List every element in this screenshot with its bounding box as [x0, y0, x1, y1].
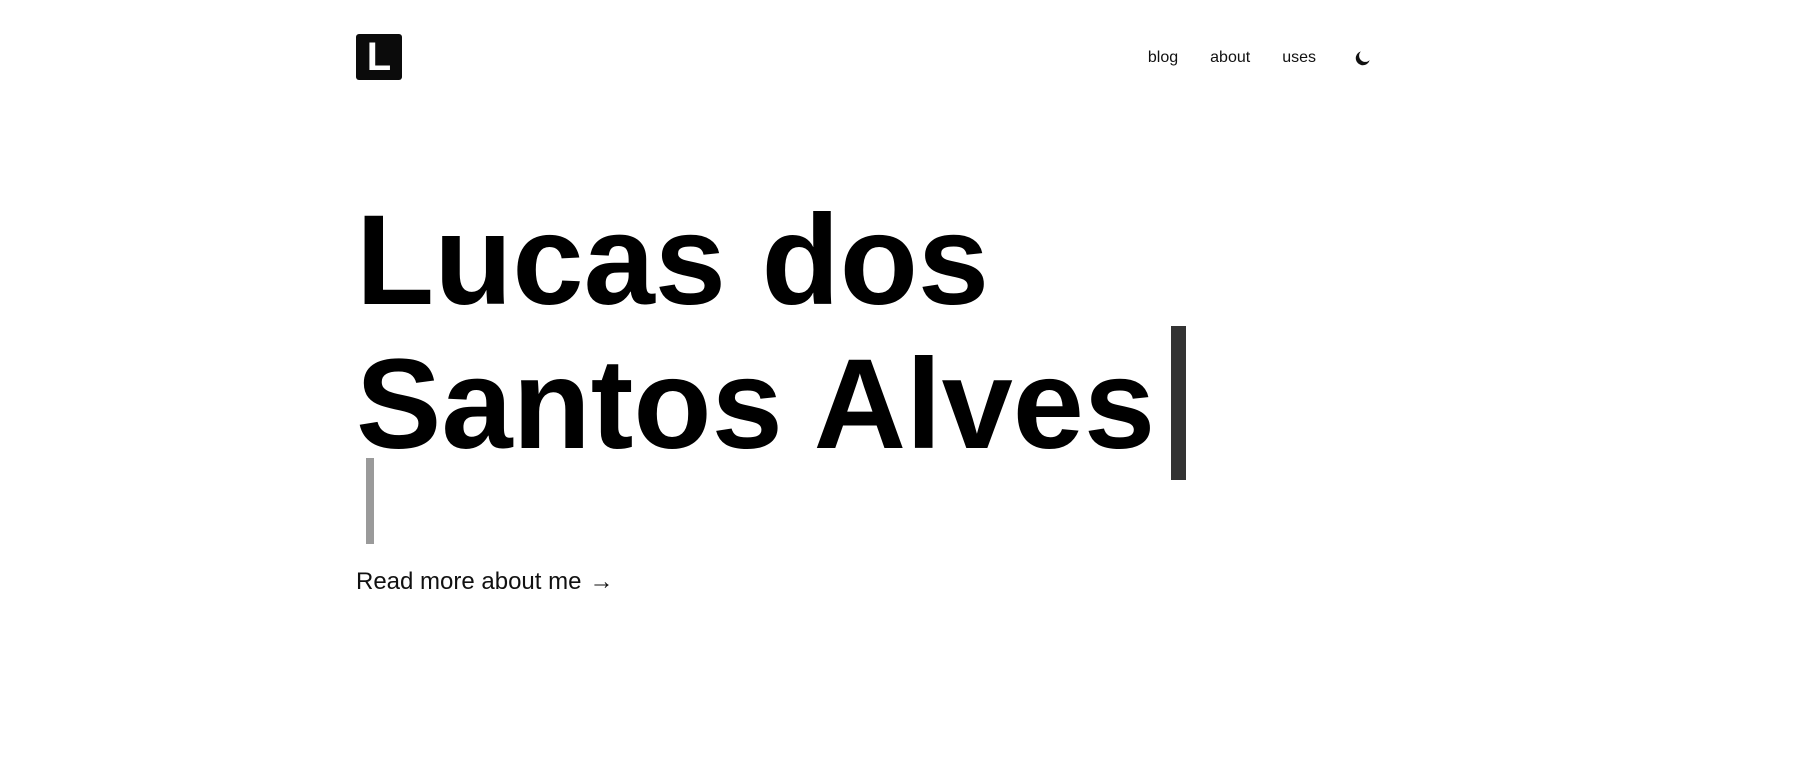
hero-title-line-2-text: Santos Alves — [356, 333, 1156, 476]
logo-letter: L — [366, 35, 392, 79]
nav-link-uses[interactable]: uses — [1282, 46, 1316, 70]
secondary-typing-cursor — [366, 458, 374, 544]
hero-title-line-1: Lucas dos — [356, 189, 990, 332]
read-more-label: Read more about me — [356, 568, 582, 595]
moon-icon — [1355, 51, 1370, 66]
nav-link-blog[interactable]: blog — [1148, 46, 1178, 70]
nav-link-about[interactable]: about — [1210, 46, 1250, 70]
site-logo[interactable]: L — [356, 34, 402, 80]
theme-toggle-button[interactable] — [1352, 47, 1374, 69]
main-nav: blog about uses — [1148, 46, 1374, 70]
hero-title-line-2: Santos Alves — [356, 326, 1456, 480]
page: L blog about uses Lucas dos Santos Alves… — [0, 0, 1816, 784]
read-more-about-link[interactable]: Read more about me → — [356, 566, 613, 598]
arrow-right-icon: → — [589, 568, 614, 595]
hero-title: Lucas dos Santos Alves — [356, 196, 1456, 480]
typing-cursor — [1171, 326, 1187, 480]
hero-section: Lucas dos Santos Alves — [356, 196, 1456, 480]
